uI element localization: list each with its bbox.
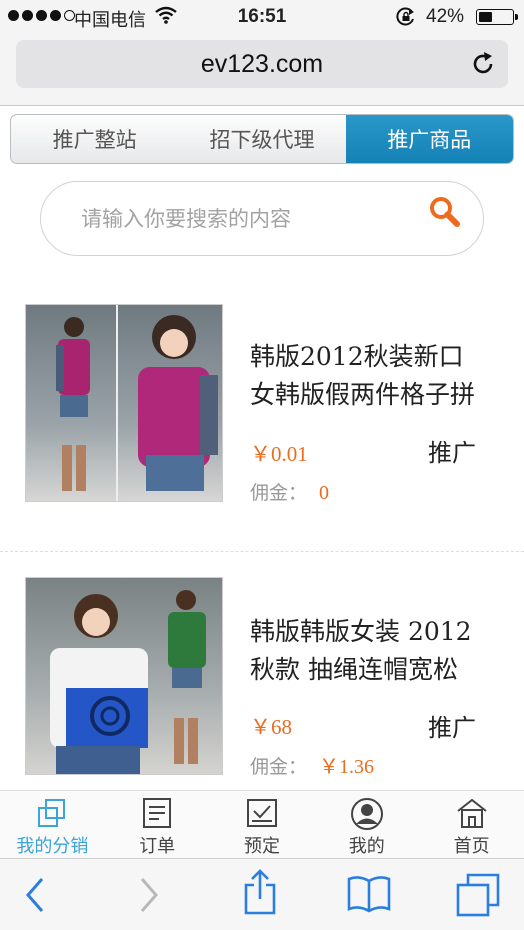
bottom-nav: 我的分销 订单 预定 我的 首页: [0, 790, 524, 858]
search-icon[interactable]: [427, 194, 463, 235]
product-image[interactable]: [25, 577, 223, 775]
tabs-icon[interactable]: [456, 873, 500, 922]
share-icon[interactable]: [242, 869, 278, 920]
product-title[interactable]: 韩版韩版女装 2012 秋款 抽绳连帽宽松: [250, 613, 510, 689]
nav-item-mine[interactable]: 我的: [314, 791, 419, 858]
commission: 佣金： 0: [250, 478, 329, 505]
commission-value: ￥1.36: [319, 756, 375, 778]
reload-icon[interactable]: [470, 51, 496, 82]
forward-icon[interactable]: [136, 875, 162, 920]
commission-label: 佣金：: [250, 482, 308, 504]
product-price: ￥0.01: [250, 442, 308, 466]
product-item[interactable]: 韩版2012秋装新口 女韩版假两件格子拼 ￥0.01 推广 佣金： 0: [0, 290, 524, 552]
status-bar: 中国电信 16:51 42%: [0, 0, 524, 34]
battery-percent: 42%: [426, 6, 465, 27]
product-item[interactable]: 韩版韩版女装 2012 秋款 抽绳连帽宽松 ￥68 推广 佣金： ￥1.36: [0, 563, 524, 825]
nav-item-home[interactable]: 首页: [419, 791, 524, 858]
product-title-line: 女韩版假两件格子拼: [250, 380, 476, 409]
nav-item-distribution[interactable]: 我的分销: [0, 791, 105, 858]
tab-recruit-agent[interactable]: 招下级代理: [178, 115, 345, 163]
nav-label: 我的分销: [16, 836, 89, 857]
order-icon: [142, 797, 172, 834]
product-image[interactable]: [25, 304, 223, 502]
tab-promote-products[interactable]: 推广商品: [345, 115, 513, 163]
product-title-line: 韩版韩版女装 2012: [250, 617, 472, 646]
nav-item-reserve[interactable]: 预定: [210, 791, 315, 858]
search-input[interactable]: [81, 202, 421, 236]
nav-label: 预定: [243, 836, 280, 857]
commission-value: 0: [319, 482, 330, 504]
url-text: ev123.com: [200, 50, 324, 78]
rotation-lock-icon: [396, 7, 416, 33]
battery-level: [479, 12, 493, 22]
address-bar[interactable]: ev123.com: [16, 40, 508, 88]
reserve-icon: [246, 797, 278, 834]
product-title-line: 韩版2012秋装新口: [250, 342, 464, 371]
browser-address-area: ev123.com: [0, 34, 524, 106]
commission-label: 佣金：: [250, 756, 308, 778]
nav-item-orders[interactable]: 订单: [105, 791, 210, 858]
nav-label: 我的: [348, 836, 385, 857]
nav-label: 订单: [139, 836, 176, 857]
battery-icon: [476, 9, 518, 25]
user-icon: [350, 797, 384, 836]
promote-button[interactable]: 推广: [428, 708, 476, 743]
bookmarks-icon[interactable]: [346, 873, 392, 918]
promote-button[interactable]: 推广: [428, 433, 476, 468]
product-title-line: 秋款 抽绳连帽宽松: [250, 655, 458, 684]
commission: 佣金： ￥1.36: [250, 750, 374, 779]
back-icon[interactable]: [22, 875, 48, 920]
distribution-icon: [35, 797, 69, 834]
tab-promote-site[interactable]: 推广整站: [11, 115, 178, 163]
home-icon: [456, 797, 488, 834]
nav-label: 首页: [453, 836, 490, 857]
segment-tabs: 推广整站 招下级代理 推广商品: [10, 114, 514, 164]
product-title[interactable]: 韩版2012秋装新口 女韩版假两件格子拼: [250, 338, 510, 414]
search-box: [40, 181, 484, 256]
browser-toolbar: [0, 858, 524, 930]
product-price: ￥68: [250, 715, 292, 739]
